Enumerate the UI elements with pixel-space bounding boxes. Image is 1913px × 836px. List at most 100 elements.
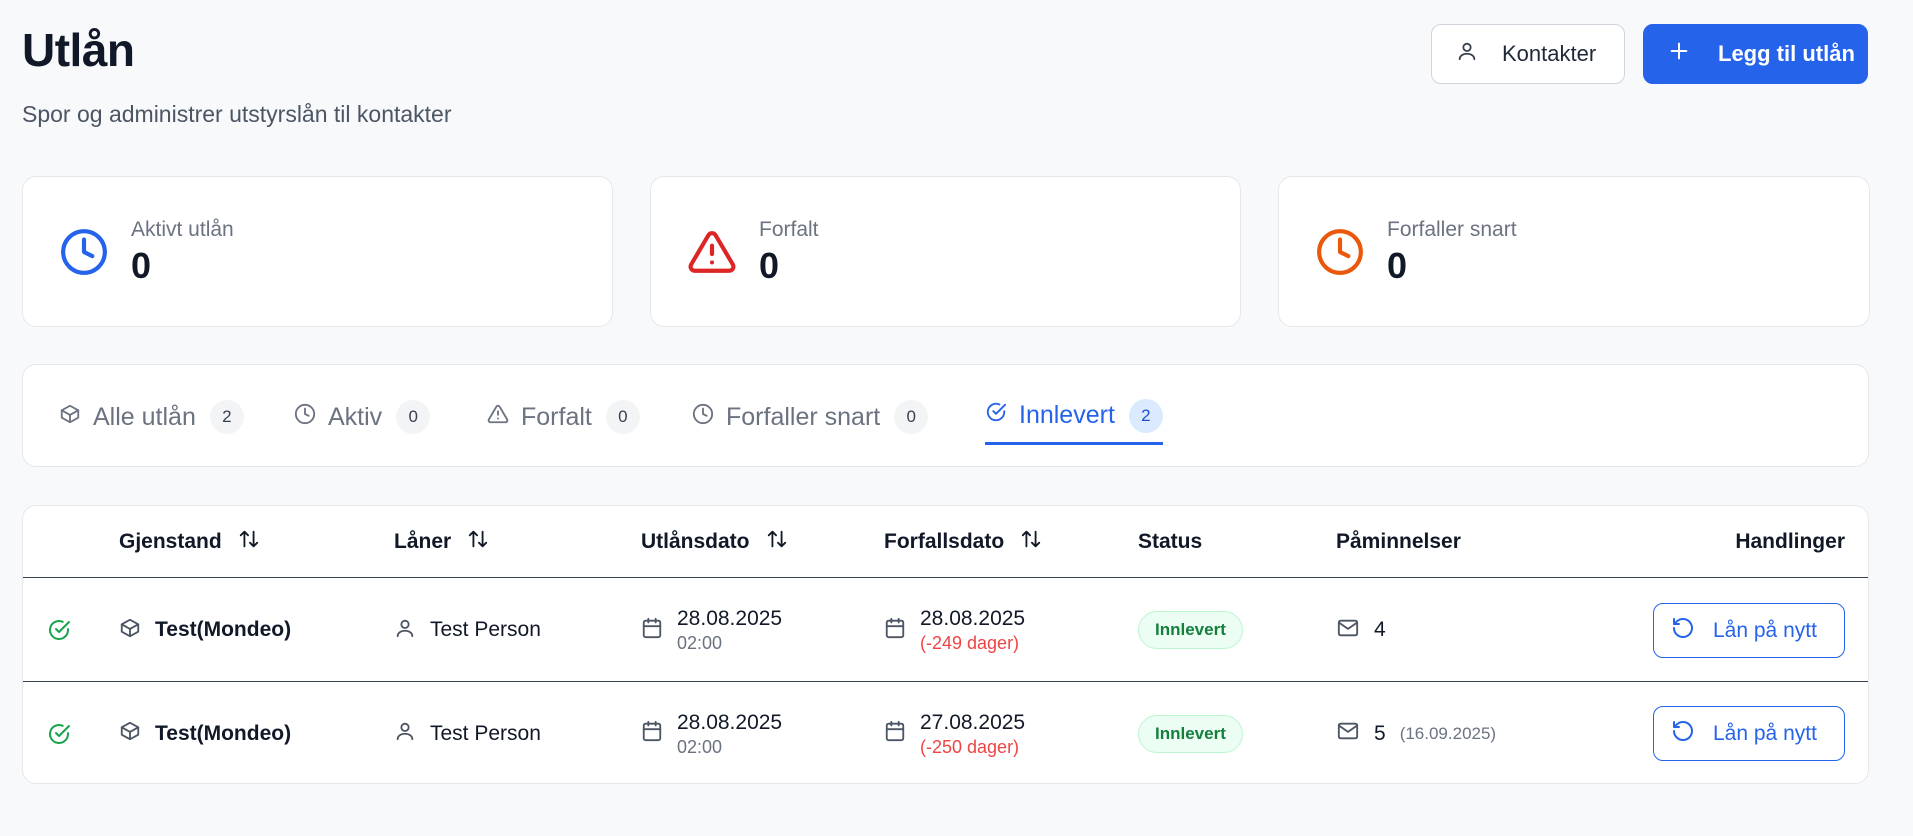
borrower-cell: Test Person <box>394 579 541 681</box>
tab-label: Alle utlån <box>93 402 196 431</box>
package-icon <box>119 617 141 644</box>
borrower-cell: Test Person <box>394 682 541 783</box>
add-loan-button[interactable]: Legg til utlån <box>1643 24 1868 84</box>
tab-label: Aktiv <box>328 402 383 431</box>
stats-row: Aktivt utlån 0 Forfalt 0 Forfaller snart… <box>22 176 1870 327</box>
column-label: Gjenstand <box>119 530 222 553</box>
item-cell: Test(Mondeo) <box>119 682 292 783</box>
returned-check-icon <box>47 579 71 681</box>
status-badge: Innlevert <box>1138 714 1243 753</box>
status-cell: Innlevert <box>1138 682 1243 783</box>
tab-all-loans[interactable]: Alle utlån 2 <box>59 389 244 445</box>
stat-label: Forfalt <box>759 217 819 241</box>
tab-label: Forfaller snart <box>726 402 881 431</box>
tab-label: Forfalt <box>521 402 592 431</box>
column-label: Forfallsdato <box>884 530 1005 553</box>
filter-tabs: Alle utlån 2 Aktiv 0 Forfalt 0 Forfaller… <box>22 364 1869 467</box>
column-label: Låner <box>394 530 452 553</box>
due-date: 28.08.2025 <box>920 607 1026 630</box>
sort-icon[interactable] <box>238 528 260 556</box>
reminders-cell: 5 (16.09.2025) <box>1336 682 1497 783</box>
user-icon <box>1456 40 1478 68</box>
reminder-count: 4 <box>1374 618 1386 641</box>
header-actions: Kontakter Legg til utlån <box>1431 24 1868 84</box>
sort-icon[interactable] <box>1020 528 1042 556</box>
clock-icon <box>692 403 714 432</box>
stat-value: 0 <box>759 244 780 286</box>
column-header-item[interactable]: Gjenstand <box>119 506 260 578</box>
last-reminder-date: (16.09.2025) <box>1399 723 1497 743</box>
tab-count: 0 <box>605 400 640 434</box>
reloan-button-label: Lån på nytt <box>1713 721 1817 745</box>
check-circle-icon <box>985 401 1007 430</box>
borrower-name: Test Person <box>430 618 541 641</box>
calendar-icon <box>641 617 663 644</box>
mail-icon <box>1336 720 1360 747</box>
loan-date-cell: 28.08.2025 02:00 <box>641 579 782 681</box>
column-header-borrower[interactable]: Låner <box>394 506 489 578</box>
calendar-icon <box>884 720 906 747</box>
stat-value: 0 <box>131 244 152 286</box>
add-loan-button-label: Legg til utlån <box>1718 41 1855 66</box>
due-date: 27.08.2025 <box>920 710 1026 734</box>
rotate-ccw-icon <box>1671 719 1695 749</box>
sort-icon[interactable] <box>467 528 489 556</box>
reminder-count: 5 <box>1374 721 1386 745</box>
tab-count: 0 <box>396 400 431 434</box>
contacts-button-label: Kontakter <box>1502 41 1597 66</box>
tab-active[interactable]: Aktiv 0 <box>294 389 431 445</box>
stat-label: Forfaller snart <box>1387 217 1517 241</box>
overdue-days: (-249 dager) <box>920 633 1020 653</box>
rotate-ccw-icon <box>1671 616 1695 646</box>
page-title: Utlån <box>22 24 135 76</box>
tab-count: 2 <box>1128 398 1163 433</box>
loan-date: 28.08.2025 <box>677 607 783 630</box>
tab-count: 2 <box>209 400 244 434</box>
tab-due-soon[interactable]: Forfaller snart 0 <box>692 389 929 445</box>
column-header-actions: Handlinger <box>1735 530 1845 553</box>
stat-card-active: Aktivt utlån 0 <box>22 176 613 327</box>
column-header-reminders: Påminnelser <box>1336 530 1461 553</box>
status-cell: Innlevert <box>1138 579 1243 681</box>
loan-date-cell: 28.08.2025 02:00 <box>641 682 782 783</box>
item-name: Test(Mondeo) <box>155 618 292 641</box>
tab-overdue[interactable]: Forfalt 0 <box>487 389 640 445</box>
column-header-due-date[interactable]: Forfallsdato <box>884 506 1042 578</box>
table-header: Gjenstand Låner Utlånsdato Forfallsdato … <box>23 506 1868 578</box>
stat-value: 0 <box>1387 244 1408 286</box>
overdue-days: (-250 dager) <box>920 736 1020 757</box>
column-label: Utlånsdato <box>641 530 750 553</box>
user-icon <box>394 617 416 644</box>
reloan-button[interactable]: Lån på nytt <box>1653 603 1845 658</box>
stat-card-due-soon: Forfaller snart 0 <box>1278 176 1870 327</box>
status-badge: Innlevert <box>1138 611 1243 649</box>
borrower-name: Test Person <box>430 721 541 745</box>
calendar-icon <box>641 720 663 747</box>
reloan-button-label: Lån på nytt <box>1713 618 1817 642</box>
clock-icon <box>59 227 109 277</box>
item-name: Test(Mondeo) <box>155 721 292 745</box>
user-icon <box>394 720 416 747</box>
column-header-loan-date[interactable]: Utlånsdato <box>641 506 788 578</box>
sort-icon[interactable] <box>766 528 788 556</box>
returned-check-icon <box>47 682 71 783</box>
reminders-cell: 4 <box>1336 579 1400 681</box>
tab-count: 0 <box>894 400 929 434</box>
package-icon <box>119 720 141 747</box>
mail-icon <box>1336 617 1360 644</box>
due-date-cell: 27.08.2025 (-250 dager) <box>884 682 1026 783</box>
tab-label: Innlevert <box>1019 401 1115 429</box>
stat-card-overdue: Forfalt 0 <box>650 176 1241 327</box>
loan-time: 02:00 <box>677 736 723 757</box>
stat-label: Aktivt utlån <box>131 217 234 241</box>
tab-returned[interactable]: Innlevert 2 <box>985 389 1163 445</box>
reloan-button[interactable]: Lån på nytt <box>1653 706 1845 761</box>
item-cell: Test(Mondeo) <box>119 579 291 681</box>
column-header-status: Status <box>1138 530 1203 553</box>
loan-time: 02:00 <box>677 633 723 653</box>
clock-icon <box>1315 227 1365 277</box>
contacts-button[interactable]: Kontakter <box>1431 24 1625 84</box>
alert-triangle-icon <box>487 403 509 432</box>
clock-icon <box>294 403 316 432</box>
table-row: Test(Mondeo) Test Person 28.08.2025 02:0… <box>23 579 1868 682</box>
